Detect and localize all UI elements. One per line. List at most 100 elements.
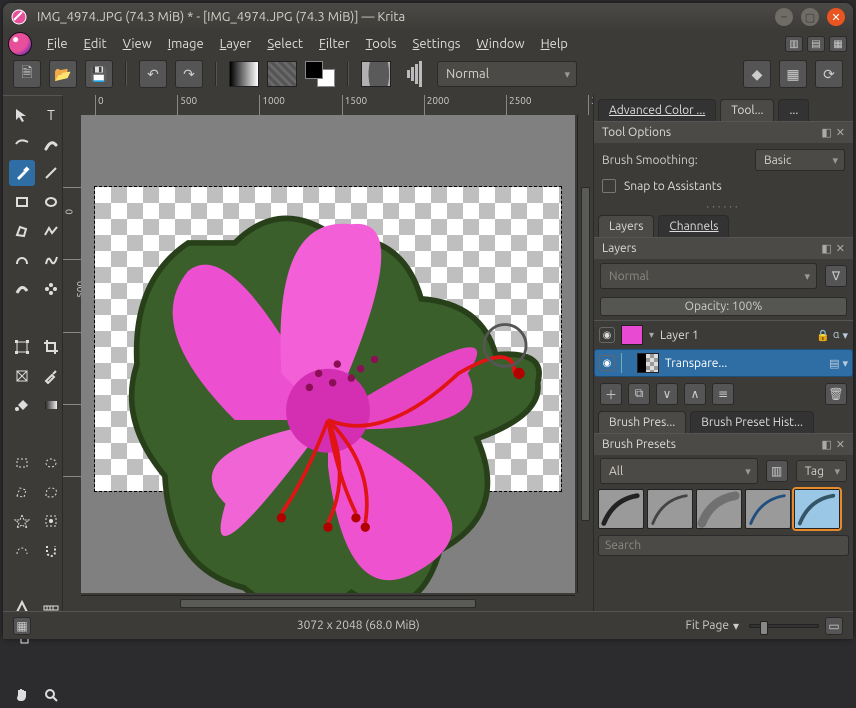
- tab-brush-presets[interactable]: Brush Pres...: [598, 411, 686, 433]
- alpha-icon[interactable]: α: [833, 329, 840, 342]
- menu-select[interactable]: Select: [261, 35, 309, 53]
- duplicate-layer-button[interactable]: ⧉: [628, 383, 650, 405]
- preset-item[interactable]: [696, 489, 742, 529]
- layer-opacity-slider[interactable]: Opacity: 100%: [600, 297, 847, 316]
- calligraphy-tool[interactable]: [38, 131, 64, 157]
- pattern-chooser[interactable]: [267, 61, 297, 87]
- preset-item[interactable]: [745, 489, 791, 529]
- zoom-slider[interactable]: [749, 624, 819, 628]
- bezier-tool[interactable]: [9, 247, 35, 273]
- vertical-ruler[interactable]: 0500100015002000: [63, 115, 81, 593]
- crop-tool[interactable]: [38, 334, 64, 360]
- close-icon[interactable]: ✕: [836, 126, 845, 139]
- layer-row[interactable]: ◉ Transpare... ▤▾: [594, 349, 853, 377]
- collapse-icon[interactable]: ▾: [649, 329, 654, 341]
- krita-logo-icon[interactable]: [9, 33, 31, 55]
- close-icon[interactable]: ✕: [836, 242, 845, 255]
- workspace-a-icon[interactable]: ▥: [785, 36, 803, 52]
- window-maximize-button[interactable]: ▢: [801, 8, 819, 26]
- pan-tool[interactable]: [9, 682, 35, 708]
- eraser-mode-button[interactable]: ◆: [743, 60, 771, 88]
- lasso-select-tool[interactable]: [38, 479, 64, 505]
- layer-properties-button[interactable]: ≡: [712, 383, 734, 405]
- line-tool[interactable]: [38, 160, 64, 186]
- lock-icon[interactable]: 🔒: [816, 329, 830, 342]
- magnetic-select-tool[interactable]: [38, 537, 64, 563]
- menu-edit[interactable]: Edit: [78, 35, 113, 53]
- selection-mode-button[interactable]: ▦: [13, 617, 31, 635]
- menu-layer[interactable]: Layer: [214, 35, 258, 53]
- gradient-chooser[interactable]: [229, 61, 259, 87]
- preset-item[interactable]: [598, 489, 644, 529]
- blend-mode-select[interactable]: Normal: [437, 61, 577, 87]
- color-picker-tool[interactable]: [38, 363, 64, 389]
- chevron-down-icon[interactable]: ▾: [729, 619, 743, 633]
- layer-row[interactable]: ◉ ▾ Layer 1 🔒α▾: [594, 321, 853, 349]
- menu-tools[interactable]: Tools: [360, 35, 403, 53]
- open-file-button[interactable]: 📂: [49, 60, 77, 88]
- save-file-button[interactable]: 💾: [85, 60, 113, 88]
- multibrush-tool[interactable]: [38, 276, 64, 302]
- freehand-brush-tool[interactable]: [9, 160, 35, 186]
- scrollbar-vertical[interactable]: [577, 115, 593, 593]
- tab-brush-history[interactable]: Brush Preset Hist...: [690, 411, 814, 433]
- workspace-c-icon[interactable]: ▦: [829, 36, 847, 52]
- dock-handle[interactable]: ······: [594, 199, 853, 215]
- menu-window[interactable]: Window: [470, 35, 530, 53]
- fill-tool[interactable]: [9, 392, 35, 418]
- text-tool[interactable]: T: [38, 102, 64, 128]
- undo-button[interactable]: ↶: [139, 60, 167, 88]
- ellipse-select-tool[interactable]: [38, 450, 64, 476]
- zoom-tool[interactable]: [38, 682, 64, 708]
- move-tool[interactable]: [9, 102, 35, 128]
- move-layer-up-button[interactable]: ∧: [684, 383, 706, 405]
- polyline-tool[interactable]: [38, 218, 64, 244]
- add-layer-button[interactable]: ＋: [600, 383, 622, 405]
- menu-image[interactable]: Image: [162, 35, 210, 53]
- workspace-b-icon[interactable]: ▤: [807, 36, 825, 52]
- window-minimize-button[interactable]: –: [775, 8, 793, 26]
- edit-shapes-tool[interactable]: [9, 131, 35, 157]
- filter-layers-button[interactable]: ∇: [825, 265, 847, 287]
- float-icon[interactable]: ◧: [821, 242, 831, 255]
- snap-assistants-checkbox[interactable]: [602, 179, 616, 193]
- tab-channels[interactable]: Channels: [658, 215, 729, 237]
- dyna-brush-tool[interactable]: [9, 276, 35, 302]
- move-layer-down-button[interactable]: ∨: [656, 383, 678, 405]
- transform-tool[interactable]: [9, 334, 35, 360]
- menu-file[interactable]: File: [41, 35, 74, 53]
- preset-item[interactable]: [647, 489, 693, 529]
- delete-layer-button[interactable]: 🗑: [825, 383, 847, 405]
- preset-tag-select[interactable]: Tag: [796, 460, 847, 482]
- reload-button[interactable]: ⟳: [815, 60, 843, 88]
- float-icon[interactable]: ◧: [821, 438, 831, 451]
- brush-size-chooser[interactable]: [399, 61, 429, 87]
- new-file-button[interactable]: 🗎: [13, 60, 41, 88]
- float-icon[interactable]: ◧: [821, 126, 831, 139]
- poly-select-tool[interactable]: [9, 479, 35, 505]
- similar-color-select-tool[interactable]: [38, 508, 64, 534]
- window-close-button[interactable]: ✕: [827, 8, 845, 26]
- menu-settings[interactable]: Settings: [407, 35, 467, 53]
- fg-bg-color-swatch[interactable]: [305, 61, 335, 87]
- eye-icon[interactable]: ◉: [599, 327, 615, 343]
- freehand-path-tool[interactable]: [38, 247, 64, 273]
- rectangle-tool[interactable]: [9, 189, 35, 215]
- menu-icon[interactable]: ▾: [842, 329, 848, 342]
- layer-name[interactable]: Transpare...: [665, 357, 823, 370]
- redo-button[interactable]: ↷: [175, 60, 203, 88]
- canvas-page[interactable]: [95, 187, 561, 491]
- alpha-lock-button[interactable]: ▦: [779, 60, 807, 88]
- fit-page-label[interactable]: Fit Page: [686, 619, 729, 632]
- brush-smoothing-select[interactable]: Basic: [755, 149, 845, 171]
- contiguous-select-tool[interactable]: [9, 508, 35, 534]
- smart-patch-tool[interactable]: [9, 363, 35, 389]
- preset-item[interactable]: [794, 489, 840, 529]
- polygon-tool[interactable]: [9, 218, 35, 244]
- bezier-select-tool[interactable]: [9, 537, 35, 563]
- layer-name[interactable]: Layer 1: [660, 329, 810, 342]
- gradient-tool[interactable]: [38, 392, 64, 418]
- eye-icon[interactable]: ◉: [599, 355, 615, 371]
- canvas-viewport[interactable]: [81, 115, 575, 593]
- preset-view-button[interactable]: ▥: [766, 460, 788, 482]
